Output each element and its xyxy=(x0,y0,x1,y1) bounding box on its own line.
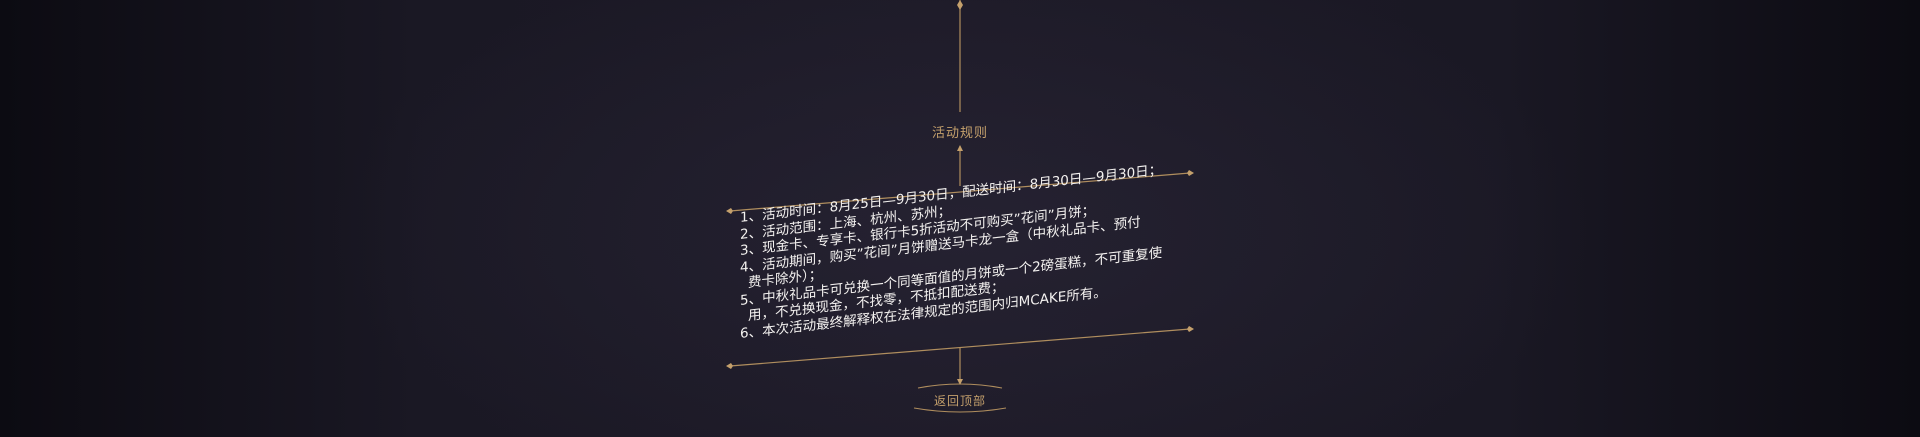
top-diamond-icon xyxy=(957,0,963,10)
up-arrow-icon xyxy=(957,145,963,151)
rules-title: 活动规则 xyxy=(931,126,988,141)
back-to-top-button[interactable]: 返回顶部 xyxy=(910,392,1010,409)
page-background: 活动规则 1、活动时间：8月25日—9月30日，配送时间：8月30日—9月30日… xyxy=(0,0,1920,437)
